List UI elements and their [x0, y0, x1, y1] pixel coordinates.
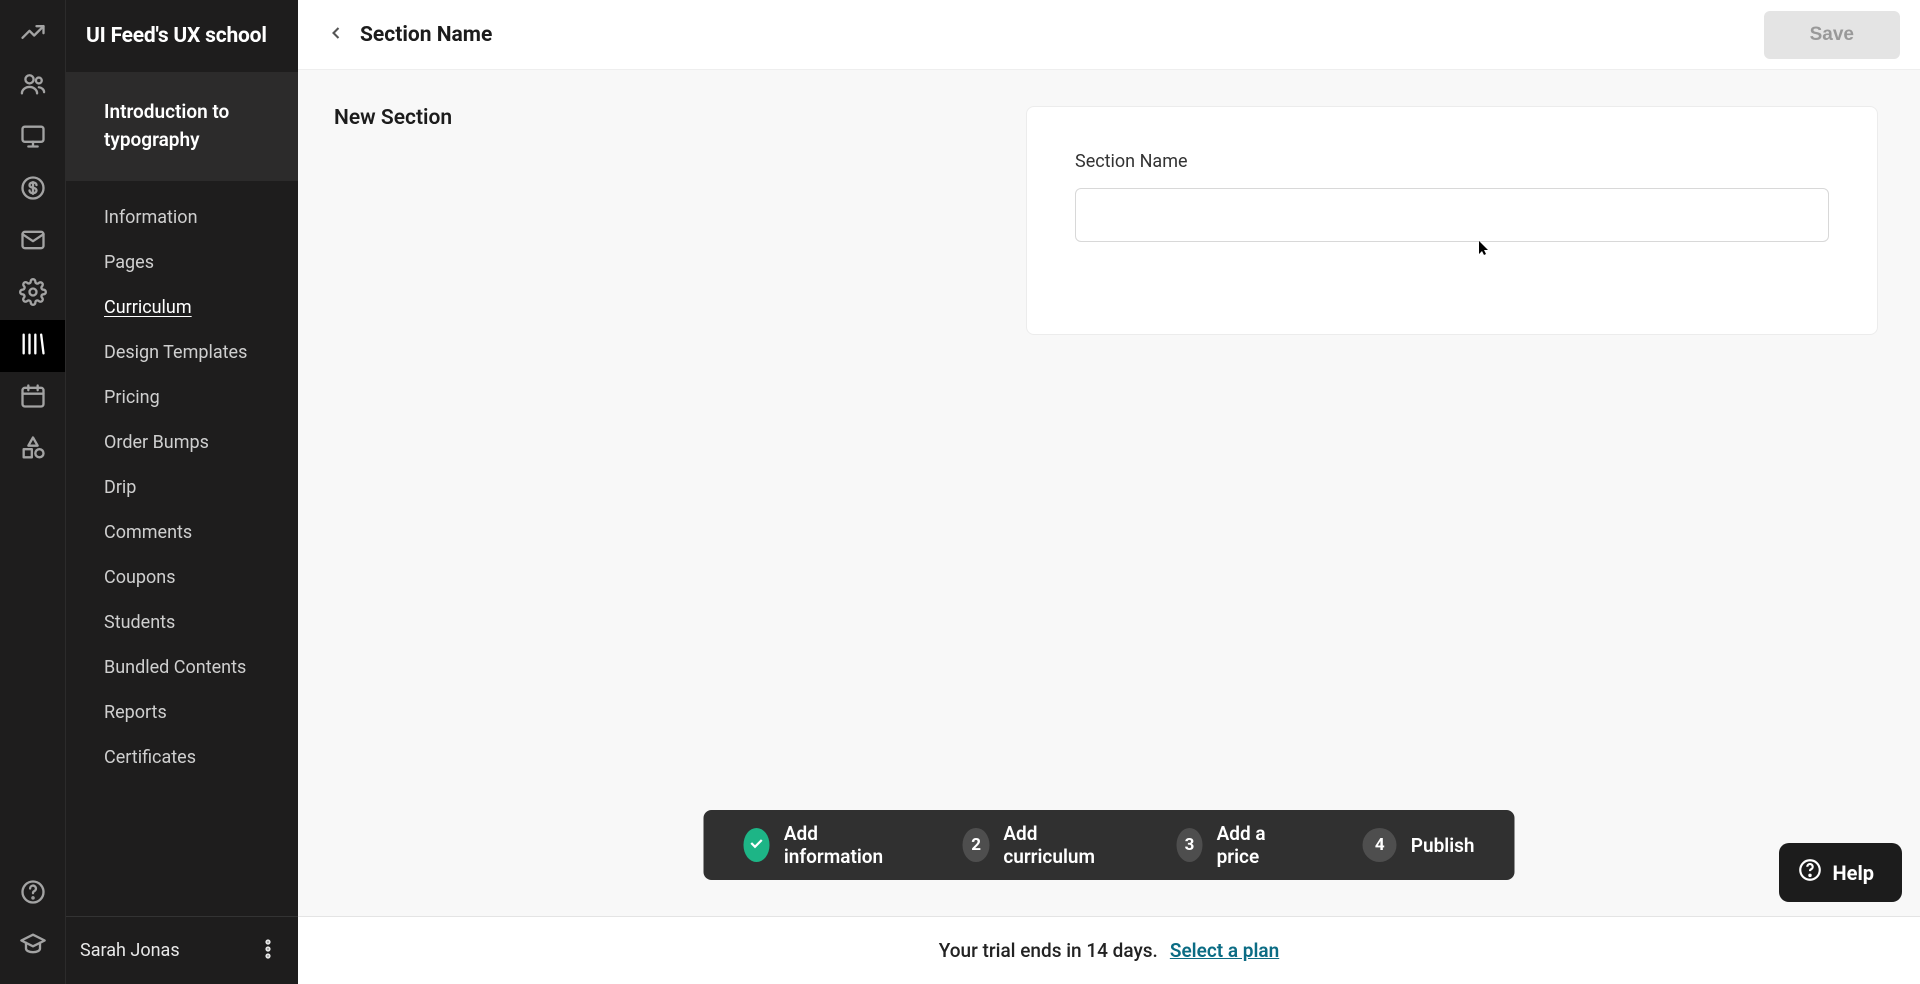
topbar: Section Name Save — [298, 0, 1920, 70]
sidebar-item-design-templates[interactable]: Design Templates — [66, 330, 298, 375]
section-card: Section Name — [1026, 106, 1878, 335]
rail-item-components[interactable] — [0, 424, 65, 476]
step-add-curriculum[interactable]: 2 Add curriculum — [963, 822, 1104, 868]
step-label: Add a price — [1217, 822, 1291, 868]
mail-icon — [19, 226, 47, 258]
monitor-icon — [19, 122, 47, 154]
sidebar: UI Feed's UX school Introduction to typo… — [66, 0, 298, 984]
users-icon — [19, 70, 47, 102]
step-publish[interactable]: 4 Publish — [1363, 828, 1475, 862]
section-name-input[interactable] — [1075, 188, 1829, 242]
section-heading: New Section — [334, 106, 452, 130]
section-name-label: Section Name — [1075, 151, 1829, 172]
more-button[interactable] — [256, 937, 280, 965]
help-button[interactable]: Help — [1779, 843, 1902, 902]
rail-item-help[interactable] — [0, 868, 65, 920]
trial-bar: Your trial ends in 14 days. Select a pla… — [298, 916, 1920, 984]
sidebar-nav: Information Pages Curriculum Design Temp… — [66, 181, 298, 780]
sidebar-item-drip[interactable]: Drip — [66, 465, 298, 510]
help-label: Help — [1833, 861, 1874, 885]
rail-item-site[interactable] — [0, 112, 65, 164]
step-badge: 2 — [963, 828, 989, 862]
library-icon — [19, 330, 47, 362]
rail-item-email[interactable] — [0, 216, 65, 268]
sidebar-item-bundled-contents[interactable]: Bundled Contents — [66, 645, 298, 690]
rail-item-settings[interactable] — [0, 268, 65, 320]
rail-item-analytics[interactable] — [0, 8, 65, 60]
sidebar-item-pages[interactable]: Pages — [66, 240, 298, 285]
main: Section Name Save New Section Section Na… — [298, 0, 1920, 984]
sidebar-item-comments[interactable]: Comments — [66, 510, 298, 555]
shapes-icon — [19, 434, 47, 466]
step-label: Publish — [1411, 834, 1475, 857]
rail-item-users[interactable] — [0, 60, 65, 112]
graduation-cap-icon — [19, 930, 47, 962]
sidebar-item-pricing[interactable]: Pricing — [66, 375, 298, 420]
sidebar-item-students[interactable]: Students — [66, 600, 298, 645]
back-button[interactable] — [318, 17, 354, 53]
sidebar-item-order-bumps[interactable]: Order Bumps — [66, 420, 298, 465]
sidebar-item-certificates[interactable]: Certificates — [66, 735, 298, 780]
rail-item-sales[interactable] — [0, 164, 65, 216]
help-circle-icon — [19, 878, 47, 910]
step-label: Add curriculum — [1003, 822, 1104, 868]
chevron-left-icon — [326, 23, 346, 47]
page-title: Section Name — [360, 23, 492, 47]
step-badge: 4 — [1363, 828, 1397, 862]
user-name[interactable]: Sarah Jonas — [80, 940, 180, 961]
more-vertical-icon — [256, 946, 280, 965]
help-circle-icon — [1797, 857, 1823, 888]
school-name[interactable]: UI Feed's UX school — [66, 0, 298, 72]
step-badge-done — [744, 828, 770, 862]
sidebar-item-information[interactable]: Information — [66, 195, 298, 240]
dollar-circle-icon — [19, 174, 47, 206]
sidebar-item-curriculum[interactable]: Curriculum — [66, 285, 298, 330]
select-plan-link[interactable]: Select a plan — [1170, 939, 1279, 962]
rail-item-academy[interactable] — [0, 920, 65, 972]
sidebar-item-reports[interactable]: Reports — [66, 690, 298, 735]
icon-rail — [0, 0, 66, 984]
sidebar-item-coupons[interactable]: Coupons — [66, 555, 298, 600]
step-add-price[interactable]: 3 Add a price — [1176, 822, 1290, 868]
trial-message: Your trial ends in 14 days. — [939, 939, 1158, 962]
gear-icon — [19, 278, 47, 310]
course-title[interactable]: Introduction to typography — [66, 72, 298, 181]
rail-item-calendar[interactable] — [0, 372, 65, 424]
calendar-icon — [19, 382, 47, 414]
progress-steps: Add information 2 Add curriculum 3 Add a… — [704, 810, 1515, 880]
step-add-information[interactable]: Add information — [744, 822, 891, 868]
check-icon — [748, 834, 766, 857]
rail-item-courses[interactable] — [0, 320, 65, 372]
save-button[interactable]: Save — [1764, 11, 1900, 59]
chart-line-icon — [19, 18, 47, 50]
step-label: Add information — [784, 822, 891, 868]
sidebar-footer: Sarah Jonas — [66, 916, 298, 984]
step-badge: 3 — [1176, 828, 1202, 862]
